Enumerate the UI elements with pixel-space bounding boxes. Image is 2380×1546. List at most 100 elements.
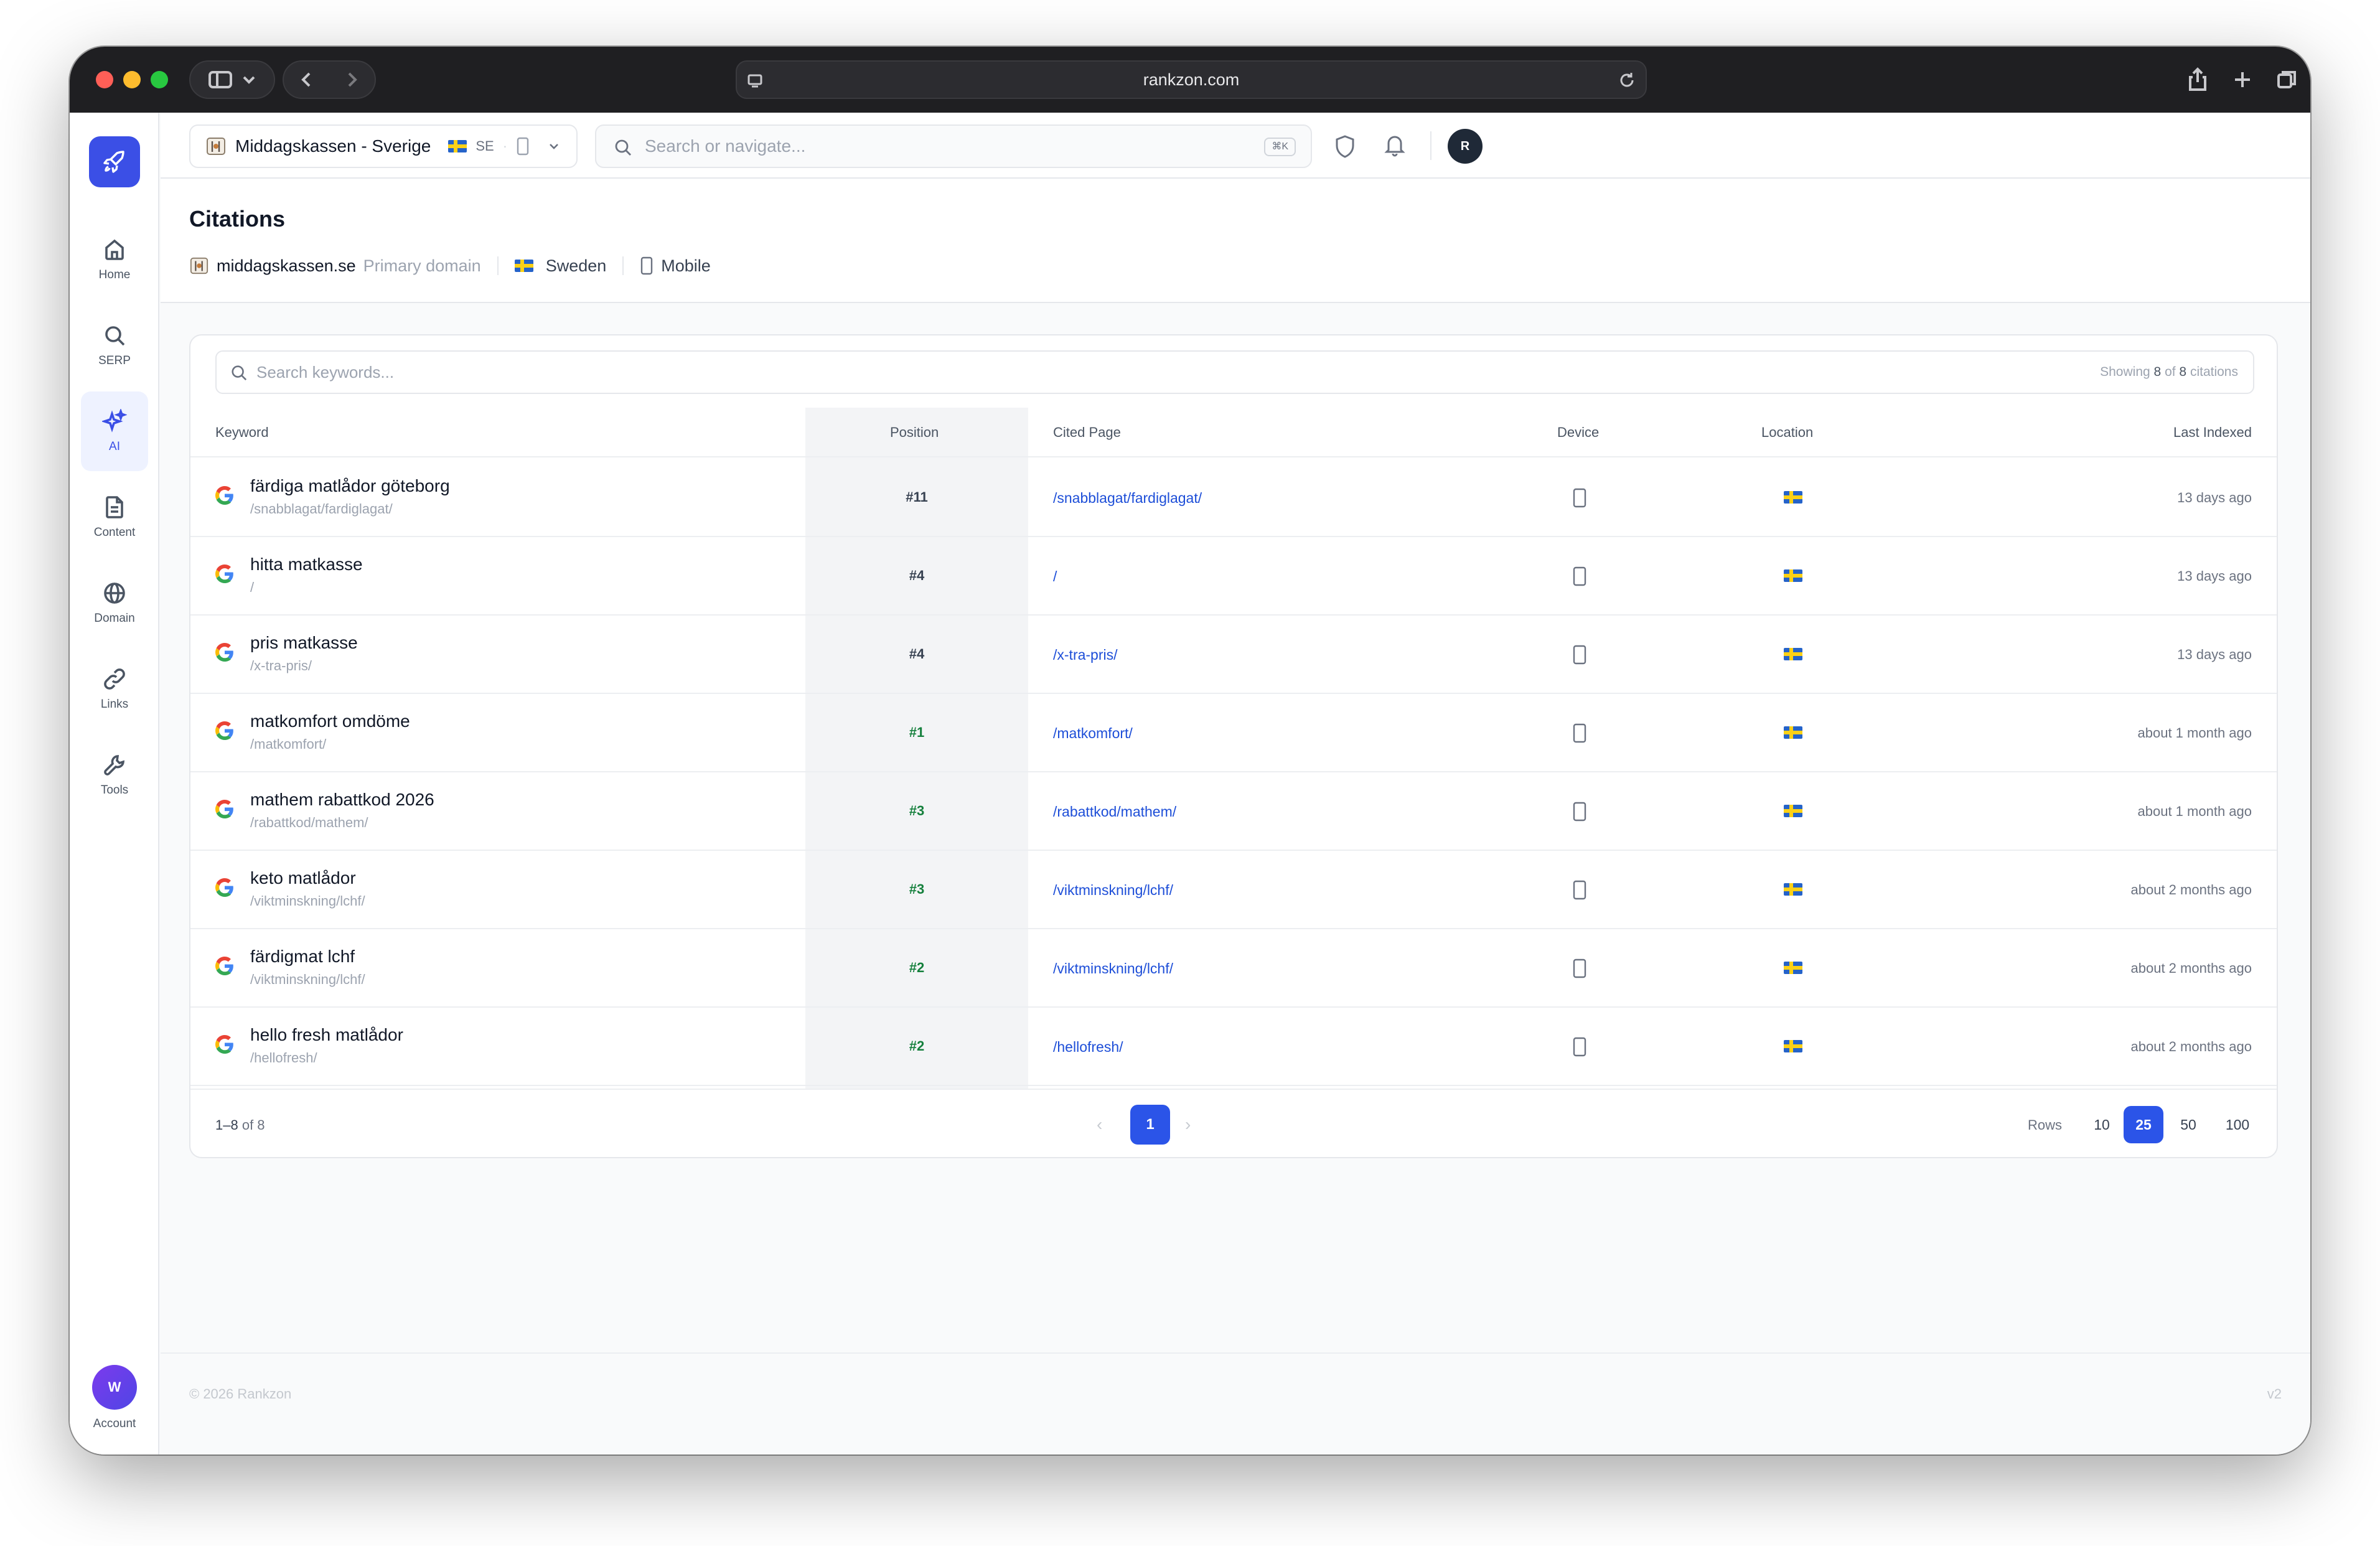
column-header-position[interactable]: Position (890, 408, 939, 457)
table-row[interactable]: hello fresh matlådor/hellofresh/ #2/hello… (190, 1008, 2277, 1086)
keyword-path: /viktminskning/lchf/ (250, 972, 365, 987)
share-icon[interactable] (2183, 65, 2212, 94)
keyword-search-input[interactable]: Search keywords... Showing 8 of 8 citati… (215, 350, 2254, 394)
rows-option-10[interactable]: 10 (2086, 1106, 2117, 1143)
country-code: SE (476, 138, 494, 154)
divider (1430, 131, 1431, 160)
table-row[interactable]: keto matlådor/viktminskning/lchf/ #3/vikt… (190, 851, 2277, 929)
cited-page-link[interactable]: /viktminskning/lchf/ (1053, 929, 1173, 1008)
last-indexed-text: 13 days ago (2177, 647, 2252, 662)
cited-page-link[interactable]: /snabblagat/fardiglagat/ (1053, 459, 1202, 537)
keyword-path: /snabblagat/fardiglagat/ (250, 501, 393, 517)
position-badge: #2 (909, 1038, 925, 1054)
page-button[interactable]: 1 (1130, 1105, 1170, 1145)
sidebar-item-ai[interactable]: AI (81, 391, 148, 471)
shield-icon[interactable] (1333, 134, 1357, 159)
reload-icon[interactable] (1617, 70, 1637, 90)
rows-option-100[interactable]: 100 (2214, 1106, 2261, 1143)
copyright: © 2026 Rankzon (189, 1386, 292, 1402)
sidebar-item-tools[interactable]: Tools (81, 735, 148, 815)
sweden-flag-icon (514, 260, 533, 272)
cited-page-link[interactable]: /x-tra-pris/ (1053, 616, 1118, 694)
mobile-icon (1573, 723, 1586, 743)
sidebar-item-domain[interactable]: Domain (81, 563, 148, 643)
forward-icon[interactable] (342, 70, 361, 89)
project-name: Middagskassen - Sverige (235, 136, 431, 156)
chevron-down-icon (243, 76, 255, 84)
column-header-keyword[interactable]: Keyword (215, 408, 269, 457)
link-icon (104, 668, 125, 690)
top-bar: Middagskassen - Sverige SE · Search or n… (161, 113, 2310, 179)
keyword-text: färdiga matlådor göteborg (250, 476, 450, 495)
showing-count: Showing 8 of 8 citations (2100, 365, 2238, 379)
cited-page-link[interactable]: /hellofresh/ (1053, 1008, 1123, 1086)
table-row[interactable]: hitta matkasse / #4 / 13 days ago (190, 537, 2277, 616)
mobile-icon (1573, 1037, 1586, 1057)
table-header: Keyword Position Cited Page Device Locat… (190, 408, 2277, 457)
sweden-flag-icon (1784, 962, 1802, 974)
chevron-right-icon[interactable]: › (1185, 1115, 1191, 1135)
keyword-path: /rabattkod/mathem/ (250, 815, 368, 830)
keyword-text: keto matlådor (250, 868, 356, 888)
mobile-icon (1573, 880, 1586, 900)
last-indexed-text: about 1 month ago (2137, 803, 2252, 819)
position-badge: #11 (906, 489, 928, 505)
global-search-input[interactable]: Search or navigate... ⌘K (595, 124, 1312, 168)
zoom-window-button[interactable] (151, 71, 168, 88)
user-avatar[interactable]: R (1448, 129, 1483, 164)
last-indexed-text: about 2 months ago (2130, 960, 2252, 976)
cited-page-link[interactable]: /rabattkod/mathem/ (1053, 772, 1176, 851)
project-selector[interactable]: Middagskassen - Sverige SE · (189, 124, 578, 168)
keyword-text: hello fresh matlådor (250, 1025, 403, 1044)
divider (622, 256, 624, 275)
history-nav (283, 60, 376, 99)
new-tab-icon[interactable] (2228, 65, 2257, 94)
cited-page-link[interactable]: /viktminskning/lchf/ (1053, 851, 1173, 929)
column-header-device[interactable]: Device (1557, 408, 1599, 457)
bell-icon[interactable] (1383, 133, 1407, 157)
rows-label: Rows (2028, 1117, 2063, 1133)
last-indexed-text: about 1 month ago (2137, 725, 2252, 741)
sidebar-item-links[interactable]: Links (81, 649, 148, 729)
account-label[interactable]: Account (70, 1417, 159, 1431)
keyword-path: /x-tra-pris/ (250, 658, 312, 673)
sweden-flag-icon (1784, 648, 1802, 660)
rows-option-50[interactable]: 50 (2170, 1106, 2207, 1143)
column-header-cited-page[interactable]: Cited Page (1053, 408, 1121, 457)
address-bar[interactable]: rankzon.com (736, 60, 1647, 99)
search-placeholder: Search keywords... (256, 363, 395, 382)
close-window-button[interactable] (96, 71, 113, 88)
account-avatar[interactable]: W (92, 1365, 137, 1410)
table-row[interactable]: färdiga matlådor göteborg/snabblagat/far… (190, 459, 2277, 537)
home-icon (105, 239, 124, 260)
sidebar-item-label: Domain (94, 612, 135, 625)
google-icon (215, 957, 233, 975)
back-icon[interactable] (298, 70, 316, 89)
table-row[interactable]: färdigmat lchf/viktminskning/lchf/ #2/vik… (190, 929, 2277, 1008)
shortcut-badge: ⌘K (1264, 138, 1296, 156)
position-badge: #2 (909, 960, 925, 975)
chevron-down-icon (550, 144, 558, 149)
sidebar-item-content[interactable]: Content (81, 477, 148, 557)
mobile-icon (1573, 802, 1586, 822)
sidebar-item-home[interactable]: Home (81, 220, 148, 299)
cited-page-link[interactable]: /matkomfort/ (1053, 694, 1133, 772)
tab-overview-icon[interactable] (2273, 65, 2302, 94)
minimize-window-button[interactable] (123, 71, 141, 88)
position-badge: #3 (909, 803, 925, 818)
rankzon-logo[interactable] (89, 136, 140, 187)
app: Home SERP AI Content Domain Links Tools … (70, 113, 2310, 1455)
sweden-flag-icon (1784, 805, 1802, 817)
cited-page-link[interactable]: / (1053, 537, 1057, 616)
google-icon (215, 800, 233, 818)
table-row[interactable]: matkomfort omdöme/matkomfort/ #1/matkomfo… (190, 694, 2277, 772)
table-row[interactable]: mathem rabattkod 2026/rabattkod/mathem/ #… (190, 772, 2277, 851)
column-header-location[interactable]: Location (1761, 408, 1813, 457)
mobile-icon (1573, 566, 1586, 586)
column-header-last-indexed[interactable]: Last Indexed (2173, 408, 2252, 457)
sidebar-toggle-button[interactable] (189, 60, 275, 99)
sidebar-item-serp[interactable]: SERP (81, 306, 148, 385)
rows-option-25[interactable]: 25 (2124, 1106, 2163, 1143)
table-row[interactable]: pris matkasse/x-tra-pris/ #4/x-tra-pris/1… (190, 616, 2277, 694)
chevron-left-icon[interactable]: ‹ (1097, 1115, 1102, 1135)
